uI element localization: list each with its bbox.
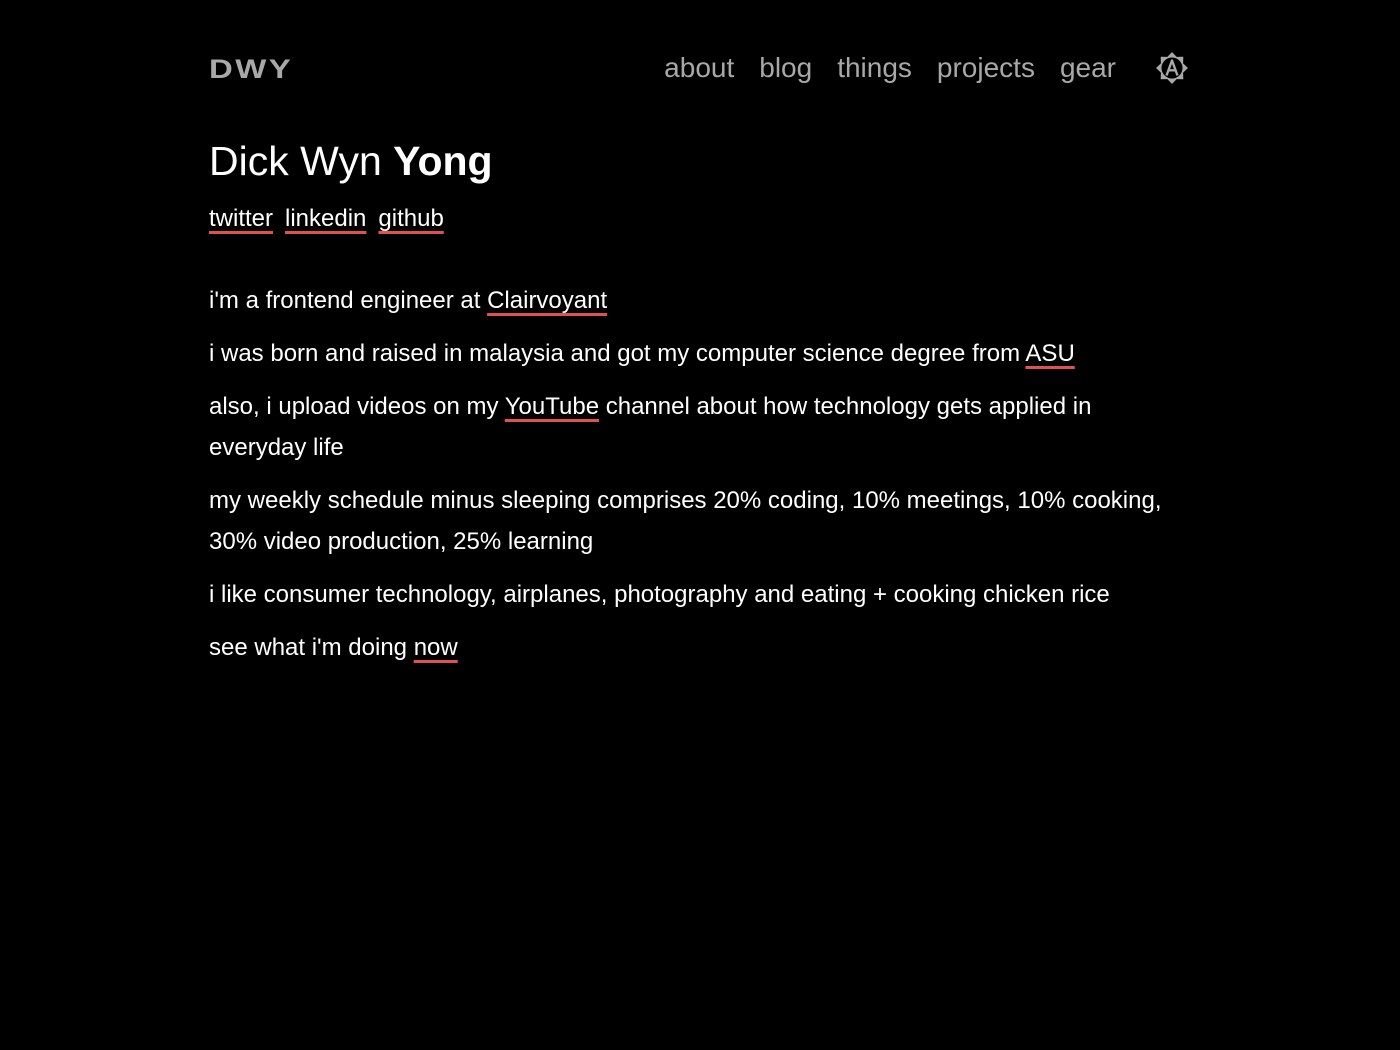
site-header: DWY about blog things projects gear [209,0,1189,120]
bio-text: i was born and raised in malaysia and go… [209,340,1026,367]
nav-blog[interactable]: blog [759,48,812,88]
bio-line-youtube: also, i upload videos on my YouTube chan… [209,386,1189,468]
nav-things[interactable]: things [837,48,912,88]
bio-line-education: i was born and raised in malaysia and go… [209,333,1189,374]
bio-text: i'm a frontend engineer at [209,287,488,314]
bio-line-job: i'm a frontend engineer at Clairvoyant [209,280,1189,321]
nav-gear[interactable]: gear [1060,48,1116,88]
twitter-link[interactable]: twitter [209,205,273,233]
bio-line-interests: i like consumer technology, airplanes, p… [209,581,1110,608]
page-title: Dick Wyn Yong [209,137,493,185]
youtube-link[interactable]: YouTube [505,393,599,420]
site-logo[interactable]: DWY [209,52,293,86]
nav-projects[interactable]: projects [937,48,1035,88]
nav-about[interactable]: about [664,48,734,88]
auto-brightness-icon[interactable] [1155,51,1189,85]
bio-line-now: see what i'm doing now [209,627,1189,668]
main-nav: about blog things projects gear [664,48,1116,88]
first-names: Dick Wyn [209,138,394,184]
now-link[interactable]: now [414,634,458,661]
bio-text: see what i'm doing [209,634,414,661]
github-link[interactable]: github [378,205,443,233]
asu-link[interactable]: ASU [1025,340,1074,367]
social-links: twitter linkedin github [209,205,444,233]
linkedin-link[interactable]: linkedin [285,205,366,233]
bio-section: i'm a frontend engineer at Clairvoyant i… [209,280,1189,680]
last-name: Yong [393,138,493,184]
bio-line-schedule: my weekly schedule minus sleeping compri… [209,487,1162,555]
bio-text: also, i upload videos on my [209,393,505,420]
clairvoyant-link[interactable]: Clairvoyant [487,287,607,314]
page-container: DWY about blog things projects gear Dick… [209,0,1189,661]
